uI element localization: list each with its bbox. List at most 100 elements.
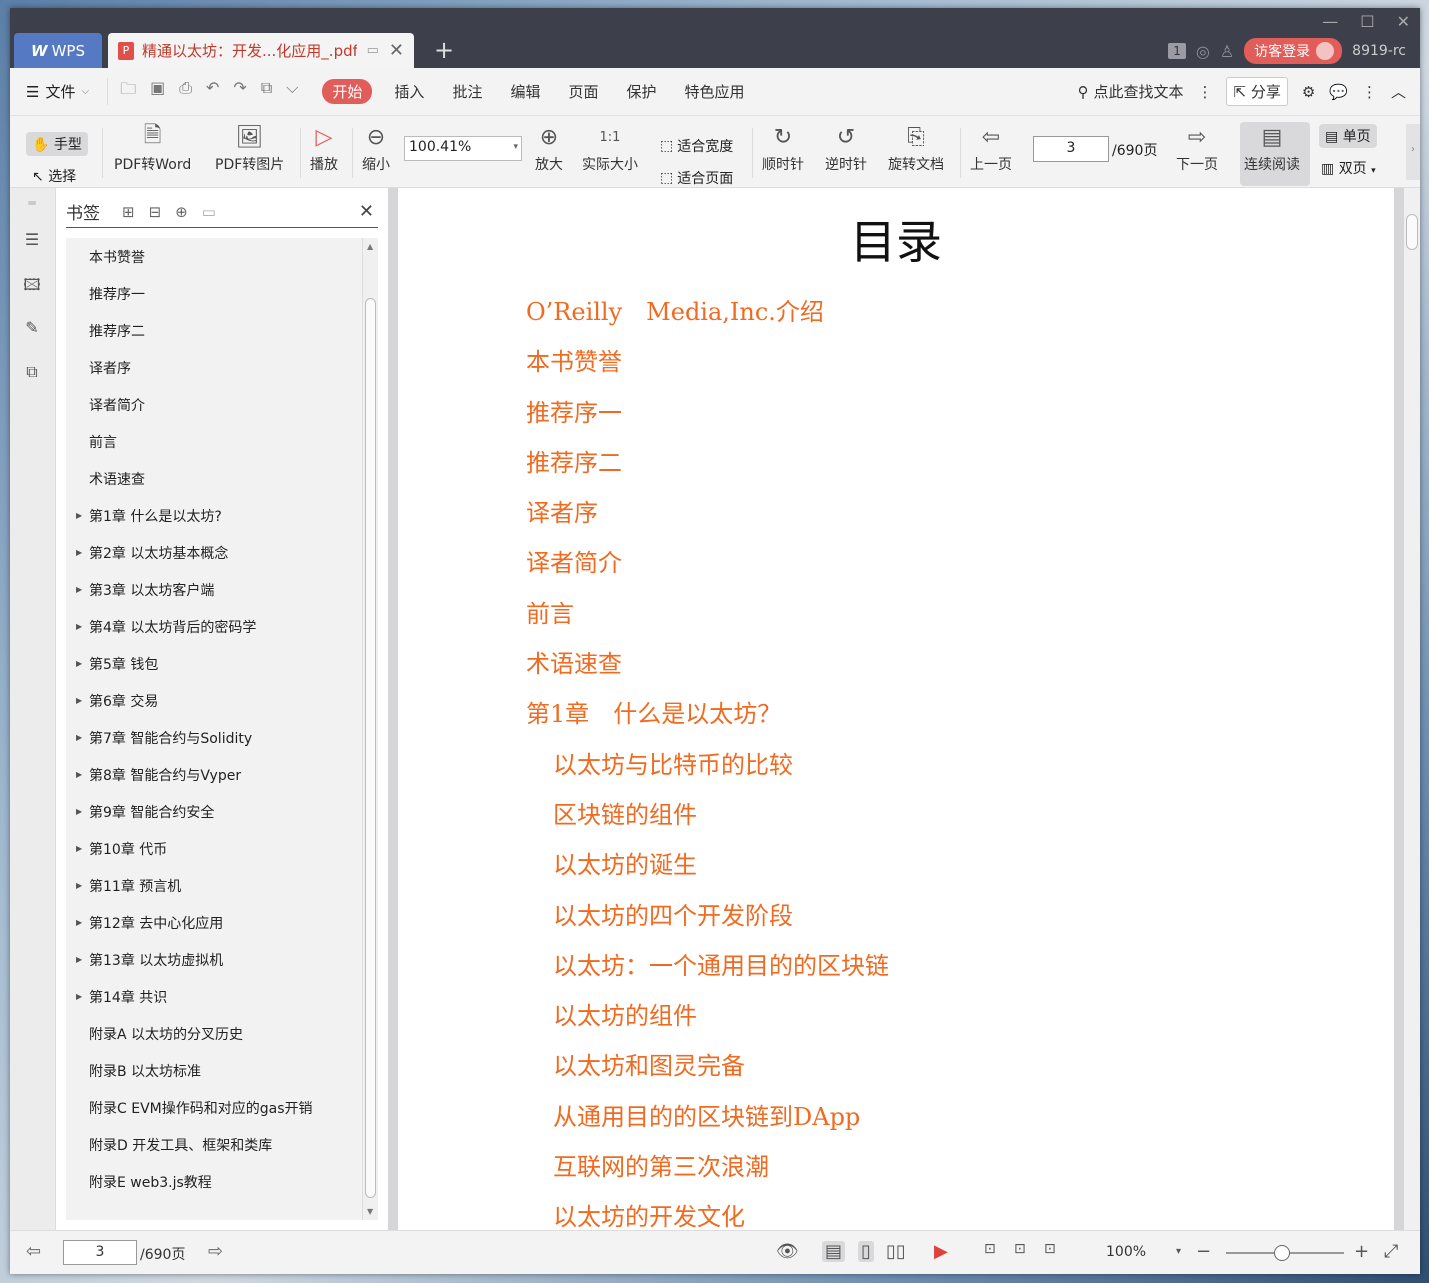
toc-entry[interactable]: 第1章 什么是以太坊？ — [526, 694, 889, 744]
image-extract-icon[interactable]: ⧉ — [21, 362, 43, 384]
tab-insert[interactable]: 插入 — [394, 81, 424, 102]
tab-annotate[interactable]: 批注 — [452, 81, 482, 102]
bookmark-item[interactable]: 本书赞誉 — [66, 238, 362, 275]
annotation-panel-icon[interactable]: ✎ — [21, 318, 43, 340]
quick-tools-more-icon[interactable]: ⌵ — [286, 78, 298, 105]
double-page-button[interactable]: ▥ 双页 ▾ — [1321, 158, 1376, 178]
scroll-up-icon[interactable]: ▲ — [367, 242, 373, 251]
toc-entry[interactable]: 推荐序二 — [526, 443, 889, 493]
collapse-ribbon-icon[interactable]: ︿ — [1391, 81, 1406, 102]
expand-arrow-icon[interactable]: ▶ — [76, 511, 82, 520]
bookmark-item[interactable]: ▶ 第14章 共识 — [66, 978, 362, 1015]
toc-entry[interactable]: 以太坊的诞生 — [526, 845, 889, 895]
zoom-in-status-icon[interactable]: + — [1354, 1241, 1369, 1262]
play-slideshow-icon[interactable]: ▶ — [934, 1241, 948, 1262]
tab-start[interactable]: 开始 — [322, 79, 373, 104]
monitor-icon[interactable]: ▭ — [367, 43, 379, 58]
bookmark-item[interactable]: ▶ 第4章 以太坊背后的密码学 — [66, 608, 362, 645]
toc-entry[interactable]: 区块链的组件 — [526, 795, 889, 845]
tab-special-apps[interactable]: 特色应用 — [685, 81, 745, 102]
more-options-icon[interactable]: ⋮ — [1362, 83, 1377, 101]
tab-edit[interactable]: 编辑 — [510, 81, 540, 102]
collapse-all-icon[interactable]: ⊟ — [149, 203, 162, 221]
expand-arrow-icon[interactable]: ▶ — [76, 548, 82, 557]
bookmark-item[interactable]: ▶ 第2章 以太坊基本概念 — [66, 534, 362, 571]
bookmark-item[interactable]: 推荐序一 — [66, 275, 362, 312]
double-page-mode-icon[interactable]: ▯▯ — [886, 1241, 906, 1262]
bookmark-item[interactable]: 附录B 以太坊标准 — [66, 1052, 362, 1089]
expand-arrow-icon[interactable]: ▶ — [76, 659, 82, 668]
toc-entry[interactable]: 以太坊：一个通用目的的区块链 — [526, 946, 889, 996]
toc-entry[interactable]: 以太坊的四个开发阶段 — [526, 896, 889, 946]
skin-shirt-icon[interactable]: ♙ — [1220, 42, 1234, 61]
document-scrollbar[interactable] — [1404, 188, 1420, 1230]
play-button[interactable]: ▷ 播放 — [310, 120, 338, 174]
close-tab-icon[interactable]: ✕ — [389, 40, 404, 61]
status-prev-page-icon[interactable]: ⇦ — [26, 1241, 41, 1262]
bookmark-item[interactable]: ▶ 第5章 钱包 — [66, 645, 362, 682]
toc-entry[interactable]: 译者简介 — [526, 543, 889, 593]
guest-login-button[interactable]: 访客登录 — [1244, 38, 1343, 64]
zoom-select[interactable]: 100.41% ▾ — [404, 136, 522, 161]
status-page-input[interactable]: 3 — [63, 1240, 137, 1265]
bookmark-item[interactable]: ▶ 第3章 以太坊客户端 — [66, 571, 362, 608]
toc-entry[interactable]: 以太坊和图灵完备 — [526, 1046, 889, 1096]
expand-arrow-icon[interactable]: ▶ — [76, 807, 82, 816]
toc-entry[interactable]: 本书赞誉 — [526, 342, 889, 392]
fit-page-button[interactable]: ⬚ 适合页面 — [660, 168, 733, 188]
rotate-document-button[interactable]: ⎘ 旋转文档 — [888, 120, 944, 174]
zoom-in-button[interactable]: ⊕ 放大 — [535, 120, 563, 174]
toc-entry[interactable]: 译者序 — [526, 493, 889, 543]
expand-arrow-icon[interactable]: ▶ — [76, 696, 82, 705]
expand-arrow-icon[interactable]: ▶ — [76, 881, 82, 890]
bookmark-item[interactable]: 推荐序二 — [66, 312, 362, 349]
pdf-to-image-button[interactable]: 🖼 PDF转图片 — [215, 120, 284, 174]
toc-entry[interactable]: 以太坊与比特币的比较 — [526, 745, 889, 795]
fullscreen-icon[interactable]: ⤢ — [1384, 1241, 1398, 1262]
drag-handle-icon[interactable]: ═ — [21, 196, 43, 218]
export-image-icon[interactable]: ⧉ — [261, 78, 272, 105]
toc-entry[interactable]: 前言 — [526, 594, 889, 644]
bookmark-item[interactable]: 附录E web3.js教程 — [66, 1163, 362, 1200]
bookmark-panel-icon[interactable]: ☰ — [21, 230, 43, 252]
bookmark-item[interactable]: ▶ 第12章 去中心化应用 — [66, 904, 362, 941]
rotate-counterclockwise-button[interactable]: ↺ 逆时针 — [825, 120, 867, 174]
bookmark-item[interactable]: 译者简介 — [66, 386, 362, 423]
tab-protect[interactable]: 保护 — [626, 81, 656, 102]
prev-page-button[interactable]: ⇦ 上一页 — [970, 120, 1012, 174]
bookmark-item[interactable]: 附录A 以太坊的分叉历史 — [66, 1015, 362, 1052]
eye-protection-icon[interactable]: 👁 — [776, 1241, 799, 1262]
status-zoom-value[interactable]: 100% — [1106, 1244, 1146, 1260]
toc-entry[interactable]: 推荐序一 — [526, 393, 889, 443]
fit-page-status-icon[interactable]: ⊡ — [1014, 1241, 1026, 1257]
add-bookmark-icon[interactable]: ⊕ — [175, 203, 188, 221]
expand-arrow-icon[interactable]: ▶ — [76, 622, 82, 631]
toc-entry[interactable]: 以太坊的开发文化 — [526, 1197, 889, 1230]
share-button[interactable]: ⇱ 分享 — [1226, 77, 1288, 106]
fit-width-status-icon[interactable]: ⊡ — [1044, 1241, 1056, 1257]
expand-arrow-icon[interactable]: ▶ — [76, 955, 82, 964]
bookmark-item[interactable]: 译者序 — [66, 349, 362, 386]
maximize-icon[interactable]: ☐ — [1360, 12, 1374, 31]
page-number-input[interactable]: 3 — [1033, 136, 1109, 162]
expand-all-icon[interactable]: ⊞ — [122, 203, 135, 221]
single-page-button[interactable]: ▤ 单页 — [1319, 124, 1377, 148]
bookmark-item[interactable]: ▶ 第11章 预言机 — [66, 867, 362, 904]
bookmark-item[interactable]: ▶ 第9章 智能合约安全 — [66, 793, 362, 830]
new-tab-button[interactable]: + — [434, 36, 454, 64]
single-page-mode-icon[interactable]: ▯ — [858, 1241, 874, 1262]
expand-arrow-icon[interactable]: ▶ — [76, 844, 82, 853]
bookmark-item[interactable]: 术语速查 — [66, 460, 362, 497]
open-folder-icon[interactable]: 🗀 — [120, 78, 136, 105]
document-scroll-thumb[interactable] — [1406, 214, 1418, 250]
bookmark-item[interactable]: 附录C EVM操作码和对应的gas开销 — [66, 1089, 362, 1126]
expand-arrow-icon[interactable]: ▶ — [76, 770, 82, 779]
rotate-clockwise-button[interactable]: ↻ 顺时针 — [762, 120, 804, 174]
expand-arrow-icon[interactable]: ▶ — [76, 992, 82, 1001]
continuous-mode-icon[interactable]: ▤ — [822, 1241, 846, 1262]
window-count-badge[interactable]: 1 — [1168, 43, 1186, 59]
file-menu[interactable]: ☰ 文件 ⌵ — [26, 81, 89, 102]
bookmark-item[interactable]: 附录D 开发工具、框架和类库 — [66, 1126, 362, 1163]
redo-icon[interactable]: ↷ — [233, 78, 246, 105]
zoom-dropdown-icon[interactable]: ▾ — [1176, 1246, 1181, 1257]
